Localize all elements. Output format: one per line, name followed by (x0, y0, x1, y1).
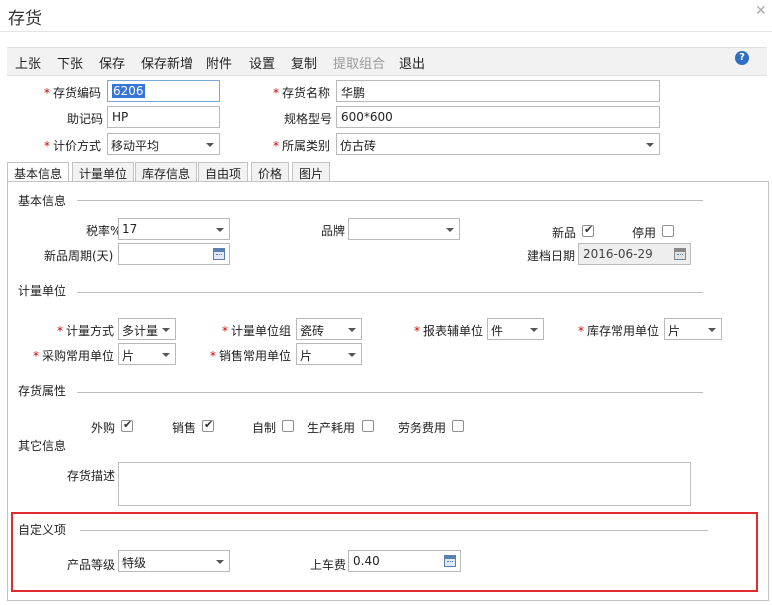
unit-method-label: * 计量方式 (57, 324, 115, 338)
brand-select[interactable] (348, 218, 460, 240)
chevron-down-icon (348, 353, 356, 357)
attr-sales-checkbox[interactable] (202, 418, 214, 432)
tab-inventory[interactable]: 库存信息 (135, 162, 198, 182)
spec-input[interactable]: 600*600 (336, 106, 660, 128)
attr-self-made-checkbox[interactable] (282, 420, 294, 432)
new-cycle-input[interactable] (118, 243, 230, 265)
save-button[interactable]: 保存 (99, 53, 125, 72)
attr-purchased-checkbox[interactable] (121, 418, 133, 432)
attr-production-checkbox[interactable] (362, 420, 374, 432)
chevron-down-icon (708, 328, 716, 332)
purchase-unit-label: * 采购常用单位 (33, 349, 115, 363)
mnemonic-input[interactable]: HP (107, 106, 220, 128)
code-input[interactable]: 6206 (107, 80, 220, 102)
attr-sales-label: 销售 (172, 421, 197, 435)
tab-price[interactable]: 价格 (251, 162, 290, 182)
stock-unit-select[interactable]: 片 (664, 318, 722, 340)
spec-label: 规格型号 (284, 112, 333, 126)
calendar-icon[interactable] (444, 555, 456, 567)
attr-service-fee-checkbox[interactable] (452, 420, 464, 432)
chevron-down-icon (162, 328, 170, 332)
mnemonic-label: 助记码 (67, 112, 104, 126)
report-unit-select[interactable]: 件 (487, 318, 544, 340)
category-label: * 所属类别 (273, 139, 331, 153)
section-other-info: 其它信息 (18, 439, 67, 453)
chevron-down-icon (348, 328, 356, 332)
valuation-select[interactable]: 移动平均 (107, 133, 220, 155)
new-product-label: 新品 (552, 226, 577, 240)
prev-record-button[interactable]: 上张 (15, 53, 41, 72)
purchase-unit-select[interactable]: 片 (118, 343, 176, 365)
chevron-down-icon (216, 560, 224, 564)
section-units: 计量单位 (18, 284, 67, 298)
brand-label: 品牌 (321, 224, 346, 238)
tax-select[interactable]: 17 (118, 218, 230, 240)
section-basic-info: 基本信息 (18, 194, 67, 208)
name-input[interactable]: 华鹏 (336, 80, 660, 102)
calendar-icon[interactable] (213, 248, 225, 260)
tab-basic-info[interactable]: 基本信息 (7, 162, 70, 183)
attr-self-made-label: 自制 (252, 421, 277, 435)
description-label: 存货描述 (67, 469, 116, 483)
tax-label: 税率% (86, 224, 122, 238)
toolbar: 上张 下张 保存 保存新增 附件 设置 复制 提取组合 退出 ? (7, 47, 767, 76)
sales-unit-label: * 销售常用单位 (210, 349, 292, 363)
attr-production-label: 生产耗用 (307, 421, 356, 435)
title-divider (0, 31, 772, 32)
settings-button[interactable]: 设置 (249, 53, 275, 72)
section-divider (77, 200, 703, 201)
created-date-input: 2016-06-29 (578, 243, 691, 265)
unit-group-label: * 计量单位组 (222, 324, 292, 338)
attr-purchased-label: 外购 (91, 421, 116, 435)
attr-service-fee-label: 劳务费用 (398, 421, 447, 435)
grade-label: 产品等级 (67, 558, 116, 572)
unit-method-select[interactable]: 多计量 (118, 318, 176, 340)
category-select[interactable]: 仿古砖 (336, 133, 660, 155)
new-cycle-label: 新品周期(天) (44, 249, 114, 263)
tab-units[interactable]: 计量单位 (72, 162, 135, 182)
chevron-down-icon (646, 143, 654, 147)
disabled-checkbox[interactable] (662, 225, 674, 237)
unit-group-select[interactable]: 瓷砖 (296, 318, 362, 340)
loading-fee-label: 上车费 (310, 558, 347, 572)
chevron-down-icon (446, 228, 454, 232)
next-record-button[interactable]: 下张 (57, 53, 83, 72)
tab-images[interactable]: 图片 (292, 162, 331, 182)
section-divider (77, 392, 703, 393)
window-title: 存货 (8, 9, 42, 29)
extract-combination-button[interactable]: 提取组合 (333, 53, 385, 72)
section-divider (80, 530, 708, 531)
code-label: * 存货编码 (44, 86, 102, 100)
close-icon[interactable]: ✕ (755, 3, 767, 19)
description-textarea[interactable] (118, 462, 691, 506)
disabled-label: 停用 (632, 226, 657, 240)
help-icon[interactable]: ? (735, 51, 749, 65)
tab-free-items[interactable]: 自由项 (198, 162, 249, 182)
chevron-down-icon (216, 228, 224, 232)
created-date-label: 建档日期 (527, 249, 576, 263)
save-and-new-button[interactable]: 保存新增 (141, 53, 193, 72)
chevron-down-icon (206, 143, 214, 147)
copy-button[interactable]: 复制 (291, 53, 317, 72)
section-divider (77, 292, 703, 293)
stock-unit-label: * 库存常用单位 (578, 324, 660, 338)
chevron-down-icon (162, 353, 170, 357)
calendar-icon (674, 248, 686, 260)
exit-button[interactable]: 退出 (399, 53, 425, 72)
new-product-checkbox[interactable] (582, 223, 594, 237)
loading-fee-input[interactable]: 0.40 (348, 550, 461, 572)
valuation-label: * 计价方式 (44, 139, 102, 153)
section-custom: 自定义项 (18, 523, 67, 537)
name-label: * 存货名称 (273, 86, 331, 100)
chevron-down-icon (530, 328, 538, 332)
sales-unit-select[interactable]: 片 (296, 343, 362, 365)
attachment-button[interactable]: 附件 (206, 53, 232, 72)
grade-select[interactable]: 特级 (118, 550, 230, 572)
report-unit-label: * 报表辅单位 (414, 324, 484, 338)
section-attributes: 存货属性 (18, 384, 67, 398)
